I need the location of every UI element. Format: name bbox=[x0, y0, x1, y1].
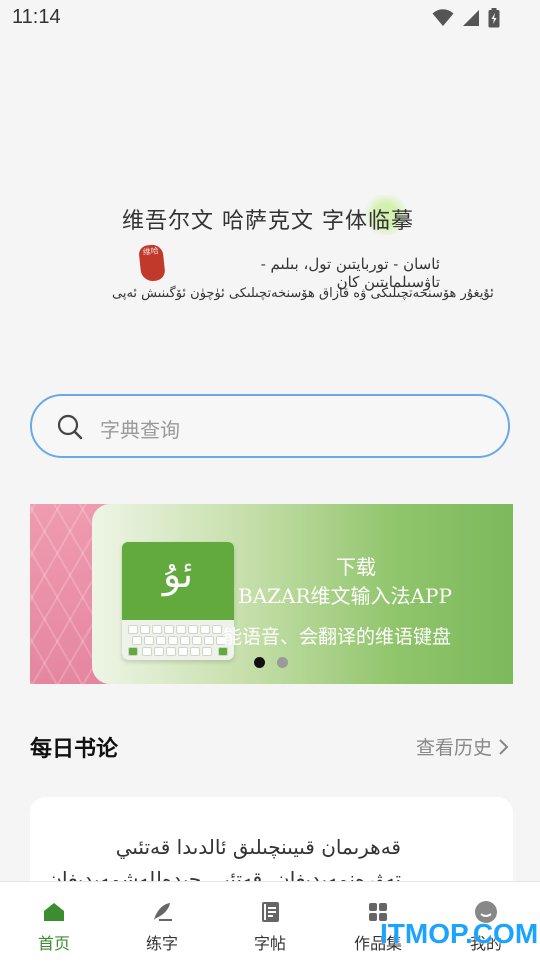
carousel-indicator bbox=[254, 657, 288, 668]
home-icon bbox=[44, 903, 64, 921]
dictionary-search-input[interactable]: 字典查询 bbox=[30, 394, 510, 458]
battery-charging-icon bbox=[488, 8, 500, 28]
status-icons bbox=[432, 8, 500, 28]
app-logo-banner: 维吾尔文 哈萨克文 字体临摹 维哈 ئاسان - توربايتىن تول،… bbox=[100, 195, 494, 315]
promo-carousel[interactable]: ئۇ 下载 BAZAR维文输入法APP 能语音、会翻译的维语键盘 bbox=[30, 504, 513, 684]
logo-title: 维吾尔文 哈萨克文 字体临摹 bbox=[122, 209, 414, 234]
tab-practice-label: 练字 bbox=[145, 934, 178, 953]
logo-tagline-uyghur: ئۇيغۇر ھۆسنخەتچىلىكى ۋە قازاق ھۆسنخەتچىل… bbox=[112, 286, 494, 301]
view-history-label: 查看历史 bbox=[415, 737, 492, 759]
banner-download-text: 下载 bbox=[336, 555, 376, 579]
status-bar: 11:14 bbox=[0, 0, 540, 36]
signal-icon bbox=[463, 10, 479, 26]
keyboard-glyph: ئۇ bbox=[162, 552, 194, 596]
daily-section-title: 每日书论 bbox=[30, 737, 119, 762]
search-icon bbox=[57, 414, 83, 440]
search-placeholder: 字典查询 bbox=[100, 418, 180, 442]
logo-seal-text: 维哈 bbox=[142, 246, 160, 257]
tab-practice[interactable]: 练字 bbox=[108, 882, 216, 961]
tab-copybook[interactable]: 字帖 bbox=[216, 882, 324, 961]
wifi-icon bbox=[432, 9, 454, 26]
tab-home-label: 首页 bbox=[37, 934, 70, 953]
carousel-dot-active[interactable] bbox=[254, 657, 265, 668]
copybook-icon bbox=[262, 902, 279, 922]
carousel-dot[interactable] bbox=[277, 657, 288, 668]
banner-app-name: BAZAR维文输入法APP bbox=[238, 584, 452, 608]
keyboard-keys bbox=[122, 620, 234, 660]
keyboard-app-image: ئۇ bbox=[122, 542, 234, 660]
logo-seal: 维哈 bbox=[138, 243, 166, 283]
tab-copybook-label: 字帖 bbox=[253, 934, 286, 953]
brush-icon bbox=[154, 903, 172, 921]
site-watermark: ITMOP.COM bbox=[380, 918, 539, 949]
tab-home[interactable]: 首页 bbox=[0, 882, 108, 961]
view-history-link[interactable]: 查看历史 bbox=[416, 733, 510, 760]
status-time: 11:14 bbox=[12, 6, 61, 28]
chevron-right-icon bbox=[499, 738, 509, 755]
banner-description: 能语音、会翻译的维语键盘 bbox=[223, 626, 452, 648]
